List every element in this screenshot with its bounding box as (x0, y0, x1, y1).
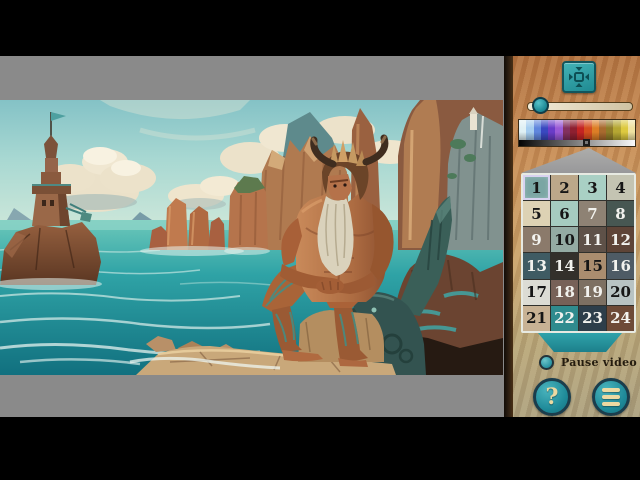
palette-cell-23[interactable]: 23 (579, 306, 606, 331)
menu-icon (602, 388, 620, 392)
spectrum-color-2[interactable] (526, 120, 533, 140)
grayscale-strip[interactable] (519, 140, 635, 146)
palette-cell-17[interactable]: 17 (523, 280, 550, 305)
help-button[interactable]: ? (533, 378, 571, 416)
palette-cell-3[interactable]: 3 (579, 175, 606, 200)
palette-cell-24[interactable]: 24 (607, 306, 634, 331)
palette-cell-15[interactable]: 15 (579, 253, 606, 278)
palette-cell-4[interactable]: 4 (607, 175, 634, 200)
palette-cell-6[interactable]: 6 (551, 201, 578, 226)
spectrum-color-10[interactable] (584, 120, 591, 140)
palette-cell-19[interactable]: 19 (579, 280, 606, 305)
palette-cell-9[interactable]: 9 (523, 227, 550, 252)
palette-cell-7[interactable]: 7 (579, 201, 606, 226)
spectrum-color-15[interactable] (621, 120, 628, 140)
spectrum-color-4[interactable] (541, 120, 548, 140)
spectrum-color-11[interactable] (592, 120, 599, 140)
help-label: ? (546, 386, 559, 408)
center-view-icon (567, 65, 591, 89)
palette-cell-5[interactable]: 5 (523, 201, 550, 226)
palette-cell-1[interactable]: 1 (523, 175, 550, 200)
spectrum-color-5[interactable] (548, 120, 555, 140)
pause-video-control[interactable]: Pause video (539, 355, 637, 370)
spectrum-color-6[interactable] (555, 120, 562, 140)
sidebar-border (504, 56, 513, 417)
palette-cell-2[interactable]: 2 (551, 175, 578, 200)
palette-cell-14[interactable]: 14 (551, 253, 578, 278)
palette-cell-16[interactable]: 16 (607, 253, 634, 278)
spectrum-color-3[interactable] (534, 120, 541, 140)
palette-cell-10[interactable]: 10 (551, 227, 578, 252)
center-view-button[interactable] (562, 61, 596, 93)
pause-video-checkbox[interactable] (539, 355, 554, 370)
spectrum-color-7[interactable] (563, 120, 570, 140)
content-area: 123456789101112131415161718192021222324 … (0, 56, 640, 417)
palette-cell-11[interactable]: 11 (579, 227, 606, 252)
menu-button[interactable] (592, 378, 630, 416)
spectrum-color-9[interactable] (577, 120, 584, 140)
palette-ribbon (538, 333, 622, 352)
spectrum-color-14[interactable] (613, 120, 620, 140)
color-number-grid: 123456789101112131415161718192021222324 (521, 173, 636, 333)
spectrum-color-16[interactable] (628, 120, 635, 140)
sidebar: 123456789101112131415161718192021222324 … (513, 56, 640, 417)
painting-canvas[interactable] (0, 100, 503, 375)
palette-cell-12[interactable]: 12 (607, 227, 634, 252)
spectrum-color-1[interactable] (519, 120, 526, 140)
palette-pointer-triangle (521, 148, 636, 173)
spectrum-color-13[interactable] (606, 120, 613, 140)
spectrum-color-8[interactable] (570, 120, 577, 140)
palette-cell-22[interactable]: 22 (551, 306, 578, 331)
grayscale-marker[interactable] (583, 139, 590, 146)
color-spectrum[interactable] (518, 119, 636, 147)
palette-cell-18[interactable]: 18 (551, 280, 578, 305)
zoom-slider-knob[interactable] (532, 97, 549, 114)
palette-cell-8[interactable]: 8 (607, 201, 634, 226)
pause-video-label: Pause video (561, 356, 637, 369)
spectrum-color-12[interactable] (599, 120, 606, 140)
zoom-slider-track[interactable] (527, 102, 633, 111)
picture-frame (0, 56, 504, 417)
palette-cell-13[interactable]: 13 (523, 253, 550, 278)
hue-strip[interactable] (519, 120, 635, 140)
palette-cell-21[interactable]: 21 (523, 306, 550, 331)
palette-cell-20[interactable]: 20 (607, 280, 634, 305)
game-window: 123456789101112131415161718192021222324 … (0, 0, 640, 480)
